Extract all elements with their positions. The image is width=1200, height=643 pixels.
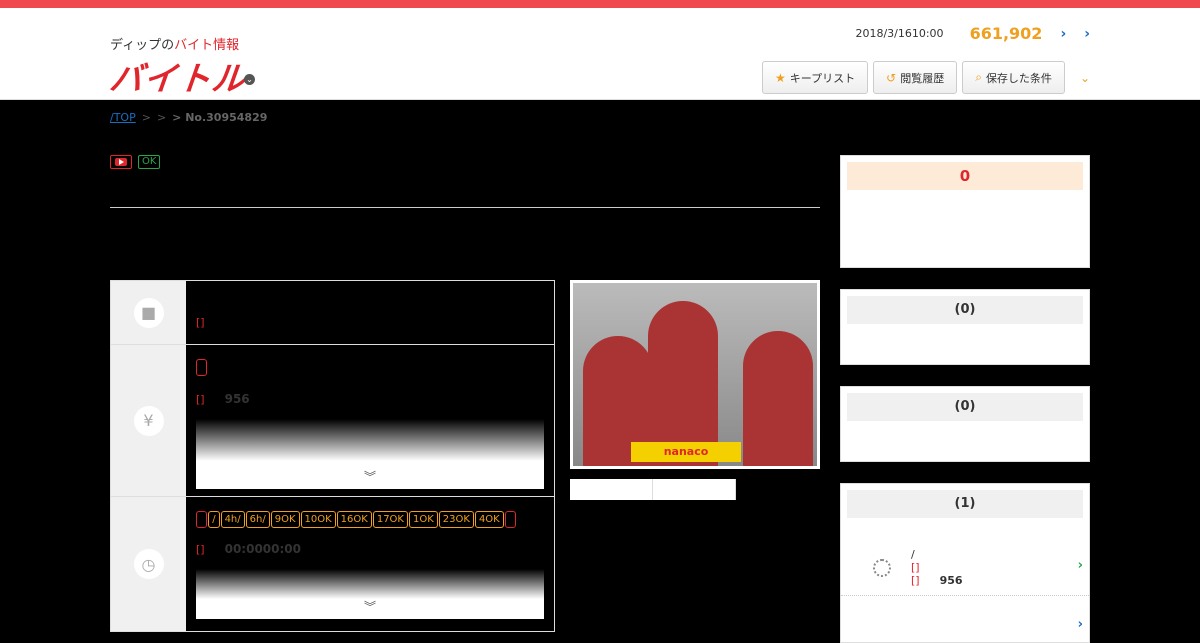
tagline-red: バイト情報: [174, 38, 240, 53]
star-icon: ★: [775, 70, 786, 85]
time-pill: 4OK: [474, 511, 504, 528]
photo-tabs: [570, 479, 736, 500]
expand-panel[interactable]: ︾: [196, 419, 544, 489]
sidebar-box-count: 0: [847, 162, 1083, 190]
site-logo[interactable]: バイトル: [107, 52, 248, 100]
photo-tab[interactable]: [653, 479, 736, 500]
chevron-down-icon[interactable]: ︾: [364, 598, 376, 615]
tagline-text: ディップの: [110, 38, 175, 53]
table-row: ◷ /4h/6h/9OK 10OK 16OK 17OK 1OK 23OK 4OK [] 00:…: [111, 497, 554, 631]
row-content: []: [186, 281, 554, 344]
video-icon: [110, 155, 132, 169]
photo-person: [743, 331, 813, 466]
keep-list-label: キープリスト: [789, 71, 856, 85]
chevron-right-icon[interactable]: ›: [1084, 26, 1090, 42]
chevron-right-icon[interactable]: ›: [1078, 558, 1083, 573]
time-value: 00:0000:00: [224, 542, 301, 556]
pill-badge: [504, 511, 516, 528]
sidebar-box-title: (1): [847, 490, 1083, 518]
top-accent-bar: [0, 0, 1200, 8]
breadcrumb-separator: >: [156, 111, 167, 124]
pay-label: []: [196, 393, 205, 406]
feature-tags: OK: [110, 155, 161, 169]
sidebar-box: (0): [840, 386, 1090, 462]
job-detail-table: ■ [] ¥ [] 956 ︾ ◷ /4h/6h/9OK 10OK 16OK 17OK 1…: [110, 280, 555, 632]
time-pill: 9OK: [270, 511, 300, 528]
history-icon: ↺: [886, 70, 897, 85]
chevron-right-icon[interactable]: ›: [1060, 26, 1066, 42]
row-content: [] 956 ︾: [186, 345, 554, 496]
pill-badge: [196, 511, 208, 528]
expand-panel[interactable]: ︾: [196, 569, 544, 619]
stats-bar: 2018/3/1610:00 661,902 › ›: [855, 24, 1090, 43]
breadcrumb: /TOP > > > No.30954829: [110, 111, 267, 124]
pay-badge: [196, 359, 208, 376]
time-pill: 16OK: [336, 511, 372, 528]
time-pill: 1OK: [408, 511, 438, 528]
row-icon-cell: ■: [111, 281, 186, 344]
job-label: []: [196, 316, 205, 329]
job-photo[interactable]: nanaco: [570, 280, 820, 469]
clock-icon: ◷: [133, 549, 164, 579]
table-row: ■ []: [111, 281, 554, 345]
row-content: /4h/6h/9OK 10OK 16OK 17OK 1OK 23OK 4OK [] 00:00…: [186, 497, 554, 631]
loading-spinner-icon: [873, 558, 891, 577]
item-value: 956: [939, 574, 963, 587]
time-pill: 6h/: [245, 511, 270, 528]
item-label: []: [911, 561, 920, 574]
history-button[interactable]: ↺ 閲覧履歴: [873, 61, 958, 94]
list-item-text: / [] [] 956: [911, 548, 963, 587]
chevron-down-icon[interactable]: ⌄: [1080, 71, 1090, 85]
search-icon: ⌕: [975, 70, 982, 84]
yen-icon: ¥: [133, 405, 164, 436]
time-pill: 17OK: [372, 511, 408, 528]
time-pill: 23OK: [438, 511, 474, 528]
chevron-down-icon[interactable]: ︾: [364, 468, 376, 485]
breadcrumb-separator: >: [141, 111, 151, 124]
briefcase-icon: ■: [133, 297, 164, 328]
time-pill: 4h/: [220, 511, 245, 528]
time-pill: 10OK: [300, 511, 336, 528]
pay-value: 956: [224, 392, 250, 406]
list-item[interactable]: / [] [] 956 ›: [841, 540, 1089, 596]
time-pill: /: [208, 511, 220, 528]
item-line: /: [911, 548, 915, 561]
sidebar-box: 0: [840, 155, 1090, 268]
saved-search-button[interactable]: ⌕ 保存した条件: [962, 61, 1065, 94]
item-label: []: [911, 574, 920, 587]
sidebar-box-title: (0): [847, 393, 1083, 421]
chevron-down-icon[interactable]: ⌄: [244, 74, 255, 85]
header-nav: ★ キープリスト ↺ 閲覧履歴 ⌕ 保存した条件 ⌄: [762, 61, 1090, 94]
photo-tab[interactable]: [570, 479, 653, 500]
site-header: ディップのバイト情報 バイトル ⌄ 2018/3/1610:00 661,902…: [0, 8, 1200, 100]
sidebar-box: (0): [840, 289, 1090, 365]
time-pills: /4h/6h/9OK 10OK 16OK 17OK 1OK 23OK 4OK: [196, 507, 544, 532]
row-icon-cell: ◷: [111, 497, 186, 631]
time-label: []: [196, 543, 205, 556]
breadcrumb-current: > No.30954829: [172, 111, 268, 124]
sidebar-box-title: (0): [847, 296, 1083, 324]
table-row: ¥ [] 956 ︾: [111, 345, 554, 497]
job-count: 661,902: [969, 24, 1043, 43]
saved-search-label: 保存した条件: [985, 71, 1052, 85]
history-label: 閲覧履歴: [900, 71, 945, 85]
sidebar-box: (1) / [] [] 956 › ›: [840, 483, 1090, 643]
update-date: 2018/3/1610:00: [855, 27, 944, 40]
photo-sign: nanaco: [631, 442, 741, 462]
row-icon-cell: ¥: [111, 345, 186, 496]
divider: [110, 207, 820, 208]
keep-list-button[interactable]: ★ キープリスト: [762, 61, 869, 94]
breadcrumb-top-link[interactable]: /TOP: [110, 111, 136, 124]
ok-tag: OK: [138, 155, 161, 169]
logo-tagline: ディップのバイト情報: [110, 34, 239, 53]
